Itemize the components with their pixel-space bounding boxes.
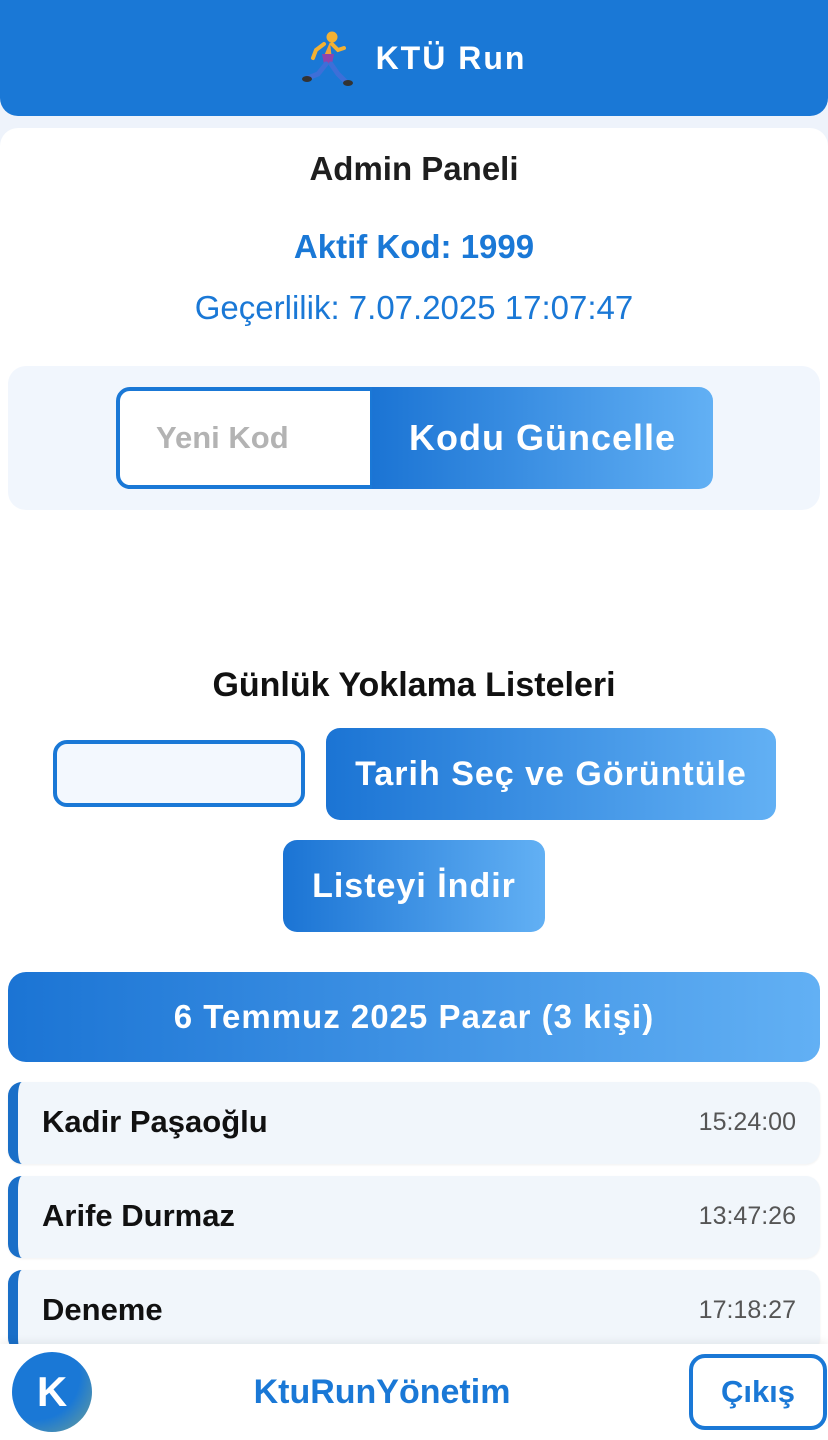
attendance-lists-title: Günlük Yoklama Listeleri	[212, 666, 616, 704]
runner-icon	[301, 31, 353, 86]
page-title: Admin Paneli	[309, 150, 519, 187]
new-code-input[interactable]	[116, 387, 374, 489]
date-picker-input[interactable]	[53, 740, 305, 807]
app-header: KTÜ Run	[0, 0, 828, 116]
download-list-button[interactable]: Listeyi İndir	[283, 840, 545, 932]
attendee-name: Deneme	[42, 1292, 163, 1327]
validity-text: Geçerlilik: 7.07.2025 17:07:47	[194, 289, 634, 326]
app-title: KTÜ Run	[375, 39, 527, 76]
list-item: Kadir Paşaoğlu 15:24:00	[8, 1082, 820, 1164]
day-header: 6 Temmuz 2025 Pazar (3 kişi)	[8, 972, 820, 1062]
logout-button[interactable]: Çıkış	[689, 1354, 827, 1430]
attendee-time: 17:18:27	[698, 1296, 796, 1324]
list-item: Deneme 17:18:27	[8, 1270, 820, 1352]
bottom-bar: K KtuRunYönetim Çıkış	[0, 1344, 828, 1440]
attendee-time: 15:24:00	[698, 1108, 796, 1136]
attendee-time: 13:47:26	[698, 1202, 796, 1230]
attendee-name: Arife Durmaz	[42, 1198, 235, 1233]
list-item: Arife Durmaz 13:47:26	[8, 1176, 820, 1258]
footer-title: KtuRunYönetim	[253, 1373, 511, 1411]
update-code-button[interactable]: Kodu Güncelle	[372, 387, 713, 489]
active-code-text: Aktif Kod: 1999	[293, 228, 535, 265]
attendee-name: Kadir Paşaoğlu	[42, 1104, 268, 1139]
select-date-view-button[interactable]: Tarih Seç ve Görüntüle	[326, 728, 776, 820]
